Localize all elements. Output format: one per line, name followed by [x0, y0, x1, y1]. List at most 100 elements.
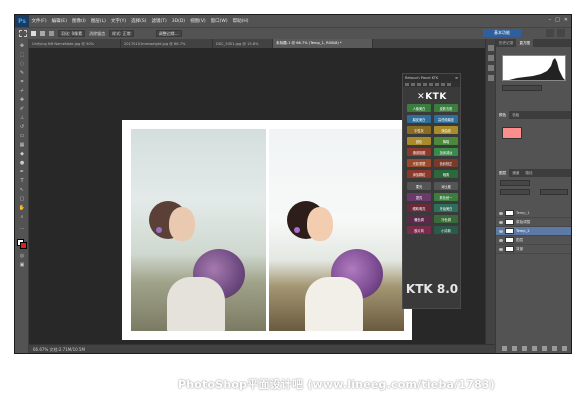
ktk-button-6[interactable]: 双曲线: [434, 126, 458, 134]
panel-menu-icon[interactable]: ≡: [455, 76, 458, 80]
eye-icon[interactable]: [499, 238, 503, 242]
workspace-button[interactable]: 基本功能: [483, 29, 521, 37]
color-swatch[interactable]: [502, 127, 522, 139]
ktk-button-2[interactable]: 皮肤去斑: [434, 104, 458, 112]
ktk-button-1[interactable]: 人像美白: [407, 104, 431, 112]
channel-select[interactable]: [502, 85, 542, 91]
hand-icon[interactable]: ✋: [18, 205, 26, 212]
ktk-button-23[interactable]: 胶片风: [407, 226, 431, 234]
eraser-icon[interactable]: ▭: [18, 133, 26, 140]
minimize-icon[interactable]: –: [549, 17, 552, 23]
history-brush-icon[interactable]: ↺: [18, 124, 26, 131]
tab-histogram[interactable]: 直方图: [516, 39, 534, 47]
folder-icon[interactable]: [542, 346, 547, 351]
layer-row-selected[interactable]: Temp_2: [496, 227, 571, 236]
opacity-field[interactable]: [540, 189, 568, 195]
maximize-icon[interactable]: □: [555, 17, 560, 23]
adjustment-icon[interactable]: [532, 346, 537, 351]
ktk-button-22[interactable]: 冷色调: [434, 215, 458, 223]
menu-help[interactable]: 帮助(H): [230, 18, 251, 24]
menu-select[interactable]: 选择(S): [129, 18, 149, 24]
blend-mode-select[interactable]: [500, 189, 530, 195]
style-select[interactable]: 样式: 正常: [109, 30, 134, 37]
tab-document-3[interactable]: DSC_5301.jpg @ 15.8%: [213, 39, 273, 48]
layer-row[interactable]: 图层: [496, 236, 571, 245]
ktk-button-3[interactable]: 磨皮美白: [407, 115, 431, 123]
ktk-button-24[interactable]: 小清新: [434, 226, 458, 234]
history-icon[interactable]: [488, 45, 494, 51]
tab-channels[interactable]: 通道: [509, 169, 522, 177]
tab-layers[interactable]: 图层: [496, 169, 510, 177]
ktk-button-4[interactable]: 高低频磨皮: [434, 115, 458, 123]
feather-field[interactable]: 羽化: 0像素: [58, 30, 86, 37]
menu-filter[interactable]: 滤镜(T): [149, 18, 169, 24]
ktk-button-16[interactable]: 对比度: [434, 182, 458, 190]
strip-icon[interactable]: [417, 82, 421, 86]
tab-history[interactable]: 历史记录: [496, 39, 516, 47]
menu-layer[interactable]: 图层(L): [88, 18, 108, 24]
eye-icon[interactable]: [499, 229, 503, 233]
menu-image[interactable]: 图像(I): [69, 18, 88, 24]
document-canvas[interactable]: [122, 120, 412, 340]
close-icon[interactable]: ✕: [564, 17, 568, 23]
character-icon[interactable]: [488, 65, 494, 71]
ktk-button-8[interactable]: 降噪: [434, 137, 458, 145]
ktk-button-20[interactable]: 牙齿美白: [434, 204, 458, 212]
menu-view[interactable]: 视图(V): [188, 18, 209, 24]
tab-swatches[interactable]: 色板: [509, 111, 522, 119]
tab-document-active[interactable]: 未标题-1 @ 66.7% (Temp_1, RGB/8) *: [273, 39, 373, 48]
ktk-button-5[interactable]: 中性灰: [407, 126, 431, 134]
quick-select-icon[interactable]: ✎: [18, 70, 26, 77]
strip-icon[interactable]: [441, 82, 445, 86]
move-tool-icon[interactable]: ✥: [18, 43, 26, 50]
link-layers-icon[interactable]: [502, 346, 507, 351]
antialias-checkbox[interactable]: 消除锯齿: [89, 31, 105, 37]
strip-icon[interactable]: [429, 82, 433, 86]
ktk-button-10[interactable]: 加深减淡: [434, 148, 458, 156]
menu-type[interactable]: 文字(Y): [108, 18, 128, 24]
layer-filter-select[interactable]: [500, 180, 530, 186]
ktk-button-21[interactable]: 暖色调: [407, 215, 431, 223]
layer-row[interactable]: 原始调整: [496, 218, 571, 227]
lasso-icon[interactable]: ◌: [18, 61, 26, 68]
tab-document-1[interactable]: Unifying Nft NameNote.jpg @ 50%: [29, 39, 121, 48]
ktk-button-12[interactable]: 色彩校正: [434, 159, 458, 167]
menu-edit[interactable]: 编辑(E): [49, 18, 69, 24]
quick-mask-icon[interactable]: ◎: [18, 253, 26, 260]
brush-icon[interactable]: ✐: [18, 106, 26, 113]
arrange-icon[interactable]: [557, 29, 565, 37]
ktk-button-18[interactable]: 肤色统一: [434, 193, 458, 201]
ktk-button-19[interactable]: 眼睛明亮: [407, 204, 431, 212]
ktk-button-9[interactable]: 通道抠图: [407, 148, 431, 156]
shape-icon[interactable]: ▢: [18, 196, 26, 203]
marquee-tool-icon[interactable]: [19, 30, 27, 37]
new-layer-icon[interactable]: [552, 346, 557, 351]
tab-document-2[interactable]: 20170101mmweight.jpg @ 66.7%: [121, 39, 213, 48]
screen-mode-icon[interactable]: ▣: [18, 262, 26, 269]
subtract-selection-icon[interactable]: [49, 31, 54, 36]
search-icon[interactable]: [546, 29, 554, 37]
marquee-icon[interactable]: ⬚: [18, 52, 26, 59]
zoom-icon[interactable]: ⌕: [18, 214, 26, 221]
ktk-button-7[interactable]: 锐化: [407, 137, 431, 145]
strip-icon[interactable]: [405, 82, 409, 86]
ktk-button-15[interactable]: 柔光: [407, 182, 431, 190]
ktk-button-11[interactable]: 光影重塑: [407, 159, 431, 167]
eye-icon[interactable]: [499, 220, 503, 224]
tab-color[interactable]: 颜色: [496, 111, 510, 119]
menu-window[interactable]: 窗口(W): [208, 18, 230, 24]
trash-icon[interactable]: [562, 346, 567, 351]
layer-row[interactable]: Temp_1: [496, 209, 571, 218]
fx-icon[interactable]: [512, 346, 517, 351]
pen-icon[interactable]: ✒: [18, 169, 26, 176]
ktk-title-bar[interactable]: Retouch Panel KTK ≡: [403, 74, 460, 81]
menu-file[interactable]: 文件(F): [29, 18, 49, 24]
ktk-button-13[interactable]: 添加颗粒: [407, 170, 431, 178]
eye-icon[interactable]: [499, 247, 503, 251]
healing-brush-icon[interactable]: ✚: [18, 97, 26, 104]
type-tool-icon[interactable]: T: [18, 178, 26, 185]
mask-icon[interactable]: [522, 346, 527, 351]
menu-3d[interactable]: 3D(D): [169, 19, 187, 24]
refine-edge-button[interactable]: 调整边缘...: [155, 30, 182, 37]
background-color-swatch[interactable]: [20, 242, 27, 249]
